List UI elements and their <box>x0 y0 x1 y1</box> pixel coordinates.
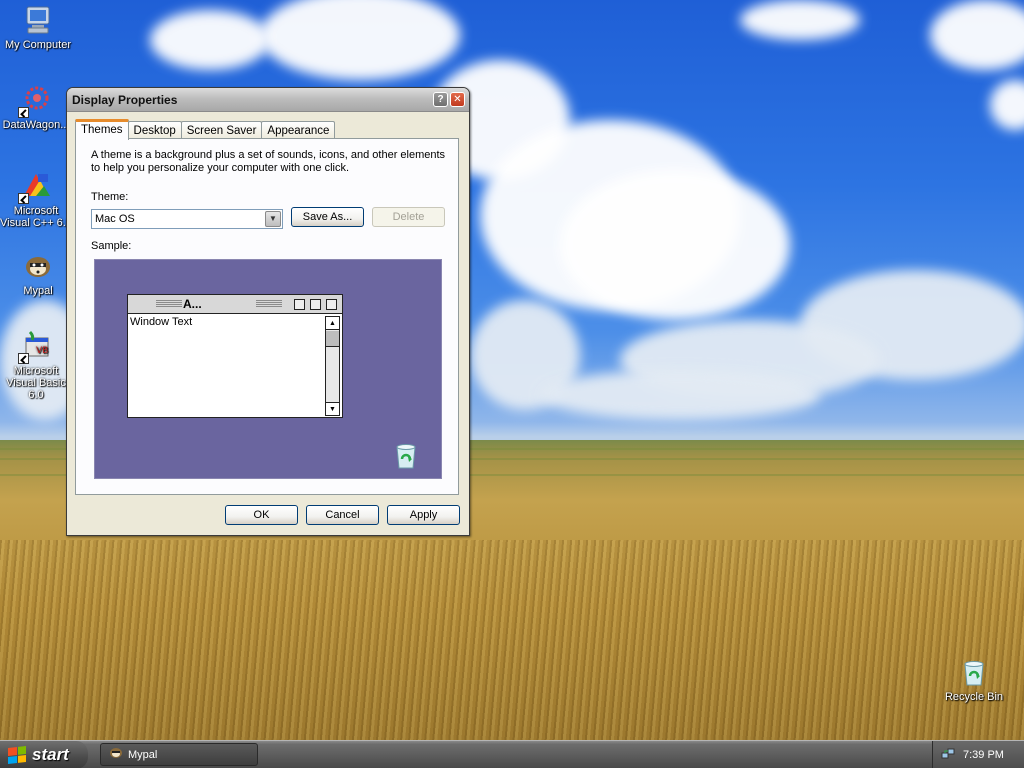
desktop-icon-recycle-bin[interactable]: Recycle Bin <box>938 656 1010 703</box>
close-button[interactable]: ✕ <box>450 92 465 107</box>
windows-logo-icon <box>8 746 26 764</box>
cloud <box>150 10 270 70</box>
shortcut-arrow-icon <box>18 193 29 204</box>
sample-window: A... Window Text ▲ ▼ <box>127 294 343 418</box>
delete-button[interactable]: Delete <box>372 207 445 227</box>
theme-select[interactable]: Mac OS ▼ <box>91 209 283 229</box>
titlebar-stripes <box>156 300 182 308</box>
shortcut-arrow-icon <box>18 353 29 364</box>
visual-basic-icon: VB <box>18 330 52 364</box>
cloud <box>990 80 1024 130</box>
sample-window-titlebar: A... <box>128 295 342 314</box>
tab-strip: Themes Desktop Screen Saver Appearance <box>75 119 336 140</box>
scroll-down-icon: ▼ <box>326 402 339 415</box>
desktop-icon-label: Microsoft Visual Basic 6.0 <box>6 365 66 401</box>
titlebar-stripes <box>256 300 282 308</box>
desktop-icon-visual-basic[interactable]: VB Microsoft Visual Basic 6.0 <box>0 330 72 401</box>
scroll-up-icon: ▲ <box>326 317 339 330</box>
cancel-button[interactable]: Cancel <box>306 505 379 525</box>
theme-select-value: Mac OS <box>95 213 135 225</box>
cloud <box>740 0 860 40</box>
save-as-button[interactable]: Save As... <box>291 207 364 227</box>
grass-texture <box>0 540 1024 740</box>
sample-scrollbar: ▲ ▼ <box>325 316 340 416</box>
theme-description: A theme is a background plus a set of so… <box>91 149 446 174</box>
theme-label: Theme: <box>91 191 129 203</box>
sample-window-text: Window Text <box>130 316 193 328</box>
mypal-icon <box>109 747 123 762</box>
window-title: Display Properties <box>72 92 178 107</box>
taskbar-item-mypal[interactable]: Mypal <box>100 743 258 766</box>
desktop-icon-visual-cpp[interactable]: Microsoft Visual C++ 6.0 <box>0 170 72 229</box>
sample-label: Sample: <box>91 240 132 252</box>
desktop-icon-label: My Computer <box>4 39 72 51</box>
recycle-bin-icon <box>958 656 990 688</box>
desktop-icon-label: Microsoft Visual C++ 6.0 <box>0 205 72 229</box>
apply-button[interactable]: Apply <box>387 505 460 525</box>
desktop-icon-my-computer[interactable]: My Computer <box>2 4 74 51</box>
cloud <box>260 0 460 80</box>
system-tray: 7:39 PM <box>932 741 1024 768</box>
shortcut-arrow-icon <box>18 107 29 118</box>
cloud <box>930 0 1024 70</box>
tab-themes[interactable]: Themes <box>75 119 129 140</box>
ok-button[interactable]: OK <box>225 505 298 525</box>
svg-text:VB: VB <box>36 346 48 356</box>
desktop-icon-label: Mypal <box>23 285 53 297</box>
scroll-thumb <box>326 331 339 347</box>
help-button[interactable]: ? <box>433 92 448 107</box>
desktop-icon-label: Recycle Bin <box>944 691 1004 703</box>
computer-icon <box>22 4 54 36</box>
desktop-icon-mypal[interactable]: Mypal <box>2 250 74 297</box>
desktop-icon-label: DataWagon... <box>2 119 70 131</box>
zoom-box-icon <box>310 299 321 310</box>
window-titlebar[interactable]: Display Properties ? ✕ <box>67 88 469 112</box>
minimize-box-icon <box>294 299 305 310</box>
clock[interactable]: 7:39 PM <box>963 749 1004 761</box>
theme-sample-preview: A... Window Text ▲ ▼ <box>94 259 442 479</box>
taskbar: start Mypal 7:39 PM <box>0 740 1024 768</box>
start-button[interactable]: start <box>0 741 88 768</box>
start-label: start <box>32 745 69 764</box>
datawagon-icon <box>18 84 52 118</box>
sample-window-title: A... <box>183 297 202 311</box>
network-icon[interactable] <box>941 747 955 764</box>
visual-cpp-icon <box>18 170 52 204</box>
chevron-down-icon[interactable]: ▼ <box>265 211 281 227</box>
cloud <box>560 170 790 320</box>
cloud <box>540 370 820 420</box>
display-properties-window[interactable]: Display Properties ? ✕ Themes Desktop Sc… <box>66 87 470 536</box>
sample-recycle-bin-icon <box>391 440 421 470</box>
mypal-icon <box>22 250 54 282</box>
taskbar-item-label: Mypal <box>128 748 158 761</box>
desktop-icon-datawagon[interactable]: DataWagon... <box>0 84 72 131</box>
close-box-icon <box>326 299 337 310</box>
themes-panel: A theme is a background plus a set of so… <box>75 138 459 495</box>
